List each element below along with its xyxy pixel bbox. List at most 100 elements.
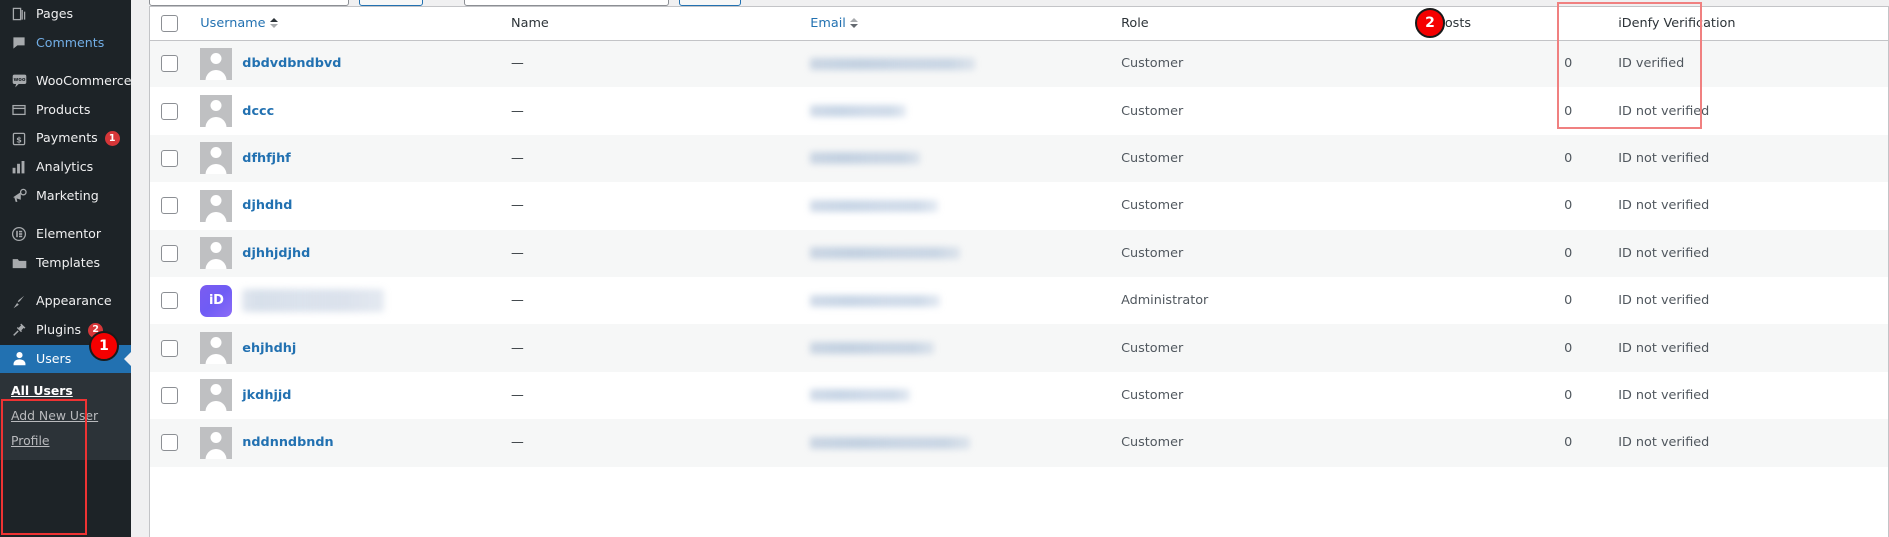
role-cell: Customer: [1111, 324, 1428, 371]
table-header-row: Username Name Email Role Posts iDenfy Ve…: [150, 7, 1888, 41]
posts-value: 0: [1564, 387, 1573, 403]
user-cell: dbdvdbndbvd: [200, 47, 491, 80]
username-link[interactable]: dccc: [242, 104, 274, 119]
sidebar-item-marketing[interactable]: Marketing: [0, 182, 131, 211]
user-cell: dfhfjhf: [200, 142, 491, 175]
submenu-item-all-users[interactable]: All Users: [0, 379, 131, 404]
table-row[interactable]: djhdhd — Customer 0 ID not verified: [150, 182, 1888, 229]
username-link[interactable]: dfhfjhf: [242, 151, 290, 166]
sidebar-item-users-label: Users: [36, 350, 72, 366]
submenu-item-profile[interactable]: Profile: [0, 429, 131, 454]
default-avatar: [200, 142, 233, 175]
idenfy-verification-cell: ID not verified: [1600, 419, 1888, 466]
username-link[interactable]: djhdhd: [242, 198, 292, 213]
user-cell: dccc: [200, 95, 491, 128]
row-checkbox[interactable]: [161, 434, 178, 452]
sidebar-item-label: Analytics: [36, 158, 94, 174]
table-row[interactable]: nddnndbndn — Customer 0 ID not verified: [150, 419, 1888, 467]
name-cell: —: [501, 230, 800, 277]
payments-icon: $: [9, 129, 29, 149]
table-row[interactable]: dfhfjhf — Customer 0 ID not verified: [150, 134, 1888, 183]
select-all-checkbox[interactable]: [161, 14, 178, 32]
elementor-icon: [9, 224, 29, 244]
username-link[interactable]: ehjhdhj: [242, 341, 296, 356]
wordpress-users-screen: Pages Comments woo WooCommerce Products $ Paym…: [0, 0, 1889, 537]
username-link[interactable]: nddnndbndn: [242, 435, 333, 450]
annotation-badge-2-label: 2: [1425, 15, 1435, 31]
username-redacted: [242, 289, 385, 313]
table-row[interactable]: djhhjdjhd — Customer 0 ID not verified: [150, 229, 1888, 277]
row-checkbox[interactable]: [161, 197, 178, 215]
row-select-cell: [150, 182, 190, 229]
sidebar-item-label: Marketing: [36, 187, 99, 203]
sidebar-item-payments[interactable]: $ Payments 1: [0, 124, 131, 153]
posts-value: 0: [1564, 56, 1573, 72]
default-avatar: [200, 237, 233, 270]
sidebar-item-comments[interactable]: Comments: [0, 29, 131, 58]
column-header-idenfy-label: iDenfy Verification: [1618, 15, 1736, 31]
row-checkbox[interactable]: [161, 292, 178, 310]
row-checkbox[interactable]: [161, 102, 178, 120]
name-value: —: [511, 150, 524, 166]
sidebar-item-woocommerce[interactable]: woo WooCommerce: [0, 67, 131, 96]
row-select-cell: [150, 135, 190, 182]
table-row[interactable]: dbdvdbndbvd — Customer 0 ID verified: [150, 40, 1888, 88]
sidebar-item-appearance[interactable]: Appearance: [0, 287, 131, 316]
username-cell: iD: [190, 277, 501, 324]
sidebar-item-label: Pages: [36, 6, 74, 21]
table-row[interactable]: iD — Administrator 0 ID not verified: [150, 277, 1888, 324]
username-cell: dbdvdbndbvd: [190, 40, 501, 87]
idenfy-verification-cell: ID not verified: [1600, 277, 1888, 324]
row-checkbox[interactable]: [161, 55, 178, 73]
marketing-icon: [9, 186, 29, 206]
sidebar-item-templates[interactable]: Templates: [0, 249, 131, 278]
row-checkbox[interactable]: [161, 339, 178, 357]
user-cell: djhdhd: [200, 189, 491, 222]
email-cell: [800, 324, 1111, 371]
sidebar-item-label: Payments: [36, 130, 98, 146]
row-select-cell: [150, 87, 190, 134]
row-checkbox[interactable]: [161, 386, 178, 404]
table-row[interactable]: jkdhjjd — Customer 0 ID not verified: [150, 372, 1888, 419]
analytics-icon: [9, 157, 29, 177]
table-row[interactable]: dccc — Customer 0 ID not verified: [150, 87, 1888, 134]
role-cell: Customer: [1111, 40, 1428, 87]
name-value: —: [511, 435, 524, 451]
name-value: —: [511, 387, 524, 403]
appearance-icon: [9, 292, 29, 312]
default-avatar: [200, 332, 233, 365]
email-redacted: [810, 247, 961, 260]
column-header-username[interactable]: Username: [190, 7, 502, 41]
svg-text:$: $: [16, 135, 22, 144]
username-link[interactable]: jkdhjjd: [242, 388, 291, 403]
table-row[interactable]: ehjhdhj — Customer 0 ID not verified: [150, 324, 1888, 372]
posts-value: 0: [1564, 198, 1573, 214]
email-redacted: [810, 105, 907, 118]
row-checkbox[interactable]: [161, 149, 178, 167]
email-cell: [800, 87, 1111, 134]
user-cell: iD: [200, 284, 491, 317]
admin-sidebar: Pages Comments woo WooCommerce Products $ Paym…: [0, 0, 131, 537]
username-link[interactable]: djhhjdjhd: [242, 246, 310, 261]
username-cell: dccc: [190, 87, 501, 134]
sidebar-item-elementor[interactable]: Elementor: [0, 220, 131, 249]
svg-text:woo: woo: [13, 77, 25, 83]
row-checkbox[interactable]: [161, 244, 178, 262]
role-value: Administrator: [1121, 293, 1209, 309]
comments-icon: [9, 33, 29, 53]
username-cell: ehjhdhj: [190, 324, 501, 371]
username-link[interactable]: dbdvdbndbvd: [242, 56, 341, 71]
posts-value: 0: [1564, 103, 1573, 119]
column-header-email[interactable]: Email: [800, 7, 1112, 41]
sidebar-item-products[interactable]: Products: [0, 96, 131, 125]
sort-username-link[interactable]: Username: [200, 16, 278, 31]
default-avatar: [200, 189, 233, 222]
role-value: Customer: [1121, 245, 1184, 261]
sidebar-item-analytics[interactable]: Analytics: [0, 153, 131, 182]
email-cell: [800, 230, 1111, 277]
sort-email-link[interactable]: Email: [810, 16, 858, 31]
column-header-email-label: Email: [810, 15, 846, 31]
idenfy-verification-cell: ID not verified: [1600, 324, 1888, 371]
submenu-item-add-new-user[interactable]: Add New User: [0, 404, 131, 429]
sidebar-item-pages[interactable]: Pages: [0, 0, 131, 29]
